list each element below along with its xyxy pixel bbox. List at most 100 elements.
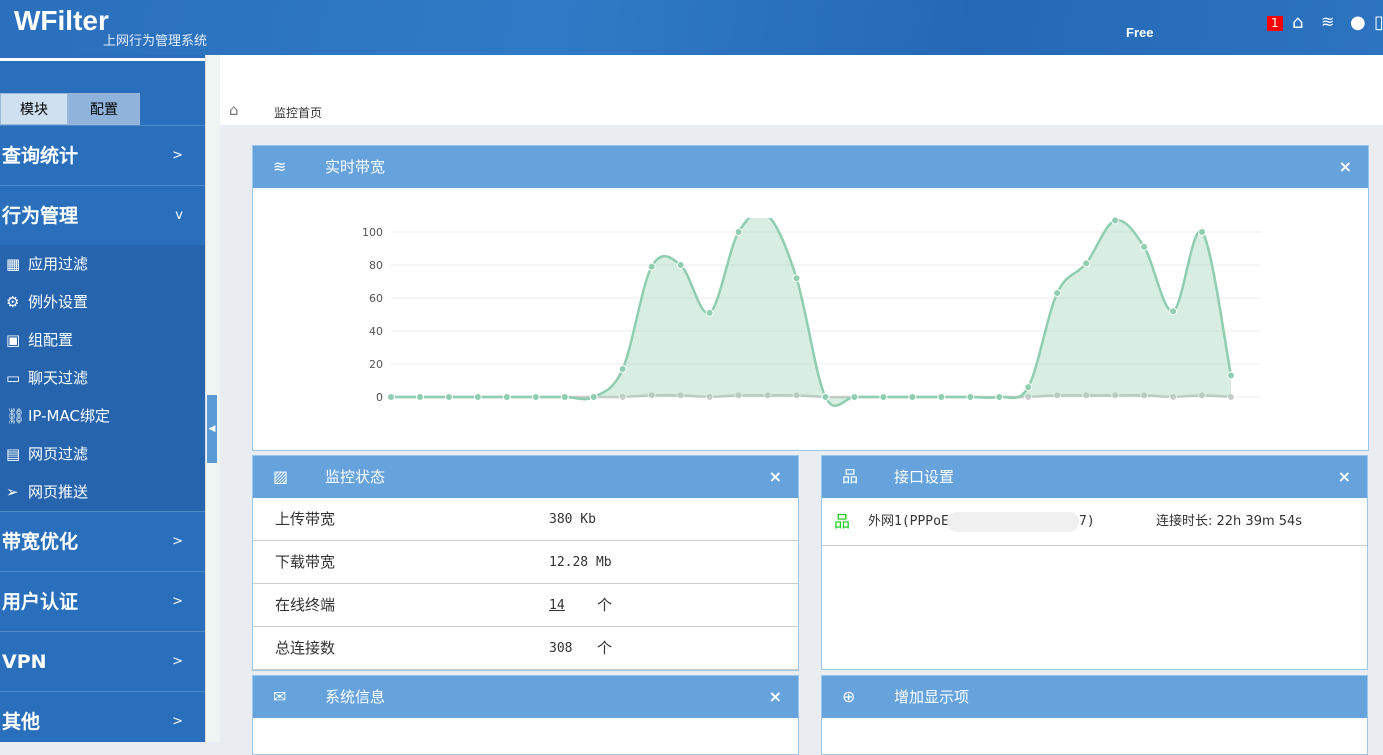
link-icon: ⛓ [6,407,26,425]
data-point[interactable] [792,274,801,283]
sidebar-item[interactable]: 其他 > [0,691,205,751]
sidebar-subitem[interactable]: ▭ 聊天过滤 [0,359,205,397]
data-point[interactable] [1024,383,1033,392]
data-point[interactable] [734,228,743,236]
data-point[interactable] [705,308,714,317]
panel-title: 监控状态 [325,468,386,486]
bandwidth-chart: 0 20 40 60 80 100 [362,216,1261,407]
y-tick-label: 80 [369,259,383,272]
data-point[interactable] [1053,289,1062,298]
home-icon[interactable]: ⌂ [1292,12,1303,33]
data-point[interactable] [879,393,888,401]
sidebar-subitem[interactable]: ▣ 组配置 [0,321,205,359]
data-point[interactable] [908,393,917,401]
data-point[interactable] [995,393,1004,401]
tab-config[interactable]: 配置 [68,93,140,125]
data-point[interactable] [676,261,685,269]
sidebar: 模块 配置 查询统计 > 行为管理 v ▦ 应用过滤 ⚙ 例外设置 ▣ 组配置 ▭ 聊天过滤 ⛓ IP-M… [0,55,205,742]
status-panel: ▨ 监控状态 × 上传带宽 380 Kb 下载带宽 12.28 Mb 在线终端 14 个总连接数… [252,455,799,671]
panel-title: 系统信息 [325,688,386,706]
send-icon: ➢ [6,483,19,501]
close-icon[interactable]: × [1339,146,1352,188]
sidebar-item[interactable]: 查询统计 > [0,125,205,185]
data-point[interactable] [1169,307,1178,316]
notification-badge[interactable]: 1 [1267,16,1283,31]
breadcrumb: ⌂ 监控首页 [220,55,1383,125]
chevron-icon: v [175,208,183,223]
sidebar-item[interactable]: 行为管理 v [0,185,205,245]
page-icon: ▤ [6,445,21,463]
chat-icon: ▭ [6,369,21,387]
home-icon[interactable]: ⌂ [229,101,239,119]
close-icon[interactable]: × [1338,456,1351,498]
data-point[interactable] [444,393,453,401]
status-row: 下载带宽 12.28 Mb [253,541,798,584]
mail-icon: ✉ [273,687,287,706]
status-row: 上传带宽 380 Kb [253,498,798,541]
data-point[interactable] [589,393,598,401]
sidebar-item[interactable]: 带宽优化 > [0,511,205,571]
data-point[interactable] [618,364,627,373]
data-point[interactable] [502,393,511,401]
data-point[interactable] [473,393,482,401]
data-point[interactable] [1082,259,1091,268]
sidebar-item[interactable]: VPN > [0,631,205,691]
chevron-icon: > [172,148,183,163]
sysinfo-panel: ✉ 系统信息 × [252,675,799,755]
data-point[interactable] [531,393,540,401]
logout-icon[interactable]: ▯ [1374,12,1383,33]
chevron-icon: > [172,534,183,549]
status-row: 在线终端 14 个 [253,584,798,627]
sidebar-subitem[interactable]: ➢ 网页推送 [0,473,205,511]
data-point[interactable] [821,393,830,401]
data-point[interactable] [966,393,975,401]
data-point[interactable] [1111,216,1120,225]
user-icon[interactable]: ● [1350,12,1366,33]
tab-modules[interactable]: 模块 [0,93,68,125]
y-tick-label: 20 [369,358,383,371]
data-point[interactable] [850,393,859,401]
bandwidth-panel: ≋ 实时带宽 × 0 20 40 60 80 100 [252,145,1369,451]
panel-title: 实时带宽 [325,158,386,176]
y-tick-label: 40 [369,325,383,338]
panel-title[interactable]: 增加显示项 [894,676,969,718]
collapse-sidebar-button[interactable]: ◀ [207,395,217,463]
redacted-blur [947,512,1079,532]
interface-panel: 品接口设置 × 品 外网1(PPPoE 7) 连接时长: 22h 39m 54s [821,455,1368,670]
data-point[interactable] [560,393,569,401]
sidebar-subitem[interactable]: ⛓ IP-MAC绑定 [0,397,205,435]
sidebar-subitem[interactable]: ▦ 应用过滤 [0,245,205,283]
chevron-icon: > [172,654,183,669]
data-point[interactable] [415,393,424,401]
add-panel[interactable]: ⊕ 增加显示项 [821,675,1368,755]
close-icon[interactable]: × [769,456,782,498]
uptime: 连接时长: 22h 39m 54s [1156,514,1303,529]
sidebar-subitem[interactable]: ⚙ 例外设置 [0,283,205,321]
data-point[interactable] [387,393,395,401]
data-point[interactable] [1227,371,1235,380]
data-point[interactable] [1198,228,1207,236]
sidebar-item[interactable]: 用户认证 > [0,571,205,631]
edition-label: Free [1126,25,1154,40]
close-icon[interactable]: × [769,676,782,718]
gear-icon: ⚙ [6,293,20,311]
network-icon: 品 [842,467,859,486]
breadcrumb-item[interactable]: 监控首页 [274,104,322,121]
data-point[interactable] [937,393,946,401]
logo: WFilter [14,5,109,36]
plus-circle-icon[interactable]: ⊕ [842,676,855,718]
chevron-icon: > [172,714,183,729]
status-row: 总连接数 308 个 [253,627,798,670]
y-tick-label: 100 [362,226,383,239]
data-point[interactable] [647,262,656,271]
interface-name: 外网1(PPPoE [868,514,949,529]
id-card-icon: ▣ [6,331,21,349]
data-point[interactable] [1140,242,1149,251]
y-tick-label: 60 [369,292,383,305]
wifi-icon[interactable]: ≋ [1321,12,1334,31]
grid-icon: ▦ [6,255,21,273]
y-tick-label: 0 [376,391,383,404]
panel-title: 接口设置 [894,468,955,486]
network-icon: 品 [834,512,851,531]
sidebar-subitem[interactable]: ▤ 网页过滤 [0,435,205,473]
